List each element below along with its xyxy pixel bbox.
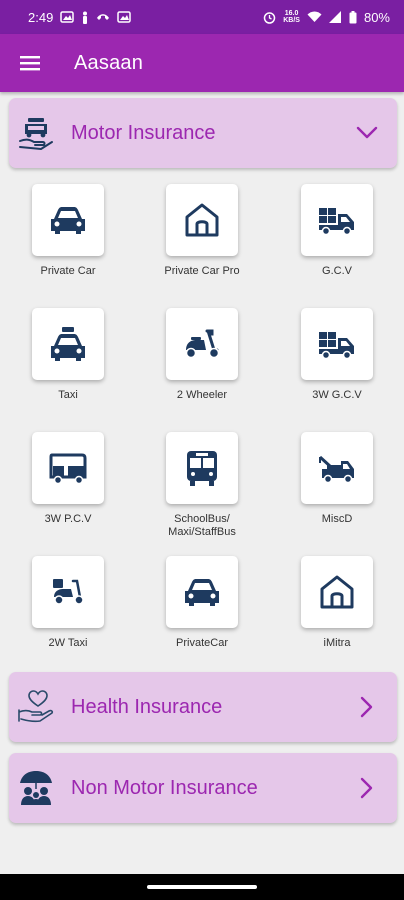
alarm-icon [263, 11, 276, 24]
tile-icon-box [166, 184, 238, 256]
delivery-scooter-icon [53, 579, 84, 605]
tile-label: PrivateCar [176, 637, 228, 649]
tile-label: 2 Wheeler [176, 389, 228, 401]
menu-button[interactable] [10, 43, 50, 83]
expand-toggle[interactable] [347, 768, 387, 808]
tile-icon-box [166, 556, 238, 628]
car-icon [51, 207, 85, 234]
tile-icon-box [32, 432, 104, 504]
app-bar: Aasaan [0, 34, 404, 92]
truck-icon [319, 208, 354, 236]
tow-truck-icon [318, 455, 354, 484]
tile-icon-box [166, 308, 238, 380]
truck-icon [319, 332, 354, 360]
bus-icon [187, 451, 217, 486]
expand-toggle[interactable] [347, 113, 387, 153]
health-insurance-header[interactable]: Health Insurance [9, 672, 397, 742]
motor-item-imitra[interactable]: iMitra [270, 556, 404, 650]
tile-label: SchoolBus/ Maxi/StaffBus [168, 513, 236, 538]
tile-label: Private Car [40, 265, 96, 277]
tile-icon-box [32, 184, 104, 256]
battery-icon [349, 10, 357, 23]
status-bar: 2:49 16.0 KB/S 80% [0, 0, 404, 34]
tile-icon-box [301, 308, 373, 380]
net-rate-value: 16.0 [284, 10, 299, 17]
tile-icon-box [166, 432, 238, 504]
app-title: Aasaan [74, 51, 144, 74]
call-notification-icon [97, 14, 110, 20]
system-navigation-bar [0, 874, 404, 900]
non-motor-insurance-label: Non Motor Insurance [71, 776, 258, 799]
chevron-right-icon [360, 777, 373, 799]
tile-icon-box [32, 556, 104, 628]
motor-item-gcv[interactable]: G.C.V [270, 184, 404, 278]
tile-label: Taxi [58, 389, 78, 401]
motor-insurance-header[interactable]: Motor Insurance [9, 98, 397, 168]
battery-percent: 80% [363, 9, 390, 25]
tile-label: 3W P.C.V [44, 513, 92, 525]
tile-label: iMitra [323, 637, 351, 649]
family-umbrella-icon [15, 767, 57, 809]
motor-item-2w-taxi[interactable]: 2W Taxi [1, 556, 135, 650]
heart-hand-icon [15, 686, 57, 728]
tile-label: MiscD [321, 513, 353, 525]
chevron-right-icon [360, 696, 373, 718]
person-notification-icon [83, 11, 88, 24]
auto-rickshaw-icon [49, 453, 87, 485]
house-icon [320, 575, 354, 609]
gallery-notification-icon-2 [117, 11, 132, 23]
non-motor-insurance-header[interactable]: Non Motor Insurance [9, 753, 397, 823]
tile-icon-box [301, 556, 373, 628]
net-rate-unit: KB/S [283, 17, 300, 24]
tile-icon-box [301, 184, 373, 256]
hamburger-menu-icon [20, 56, 40, 71]
tile-label: Private Car Pro [164, 265, 240, 277]
motor-item-3w-pcv[interactable]: 3W P.C.V [1, 432, 135, 526]
motor-item-2-wheeler[interactable]: 2 Wheeler [135, 308, 269, 402]
motor-insurance-label: Motor Insurance [71, 121, 216, 144]
tile-label: G.C.V [322, 265, 352, 277]
motor-item-3w-gcv[interactable]: 3W G.C.V [270, 308, 404, 402]
tile-label: 3W G.C.V [312, 389, 362, 401]
car-icon [185, 579, 219, 606]
wifi-icon [307, 11, 322, 22]
scooter-icon [185, 329, 220, 359]
tile-icon-box [32, 308, 104, 380]
tile-label: 2W Taxi [48, 637, 88, 649]
motor-item-schoolbus[interactable]: SchoolBus/ Maxi/StaffBus [135, 432, 269, 539]
status-time: 2:49 [28, 9, 54, 25]
signal-icon [328, 11, 341, 23]
car-insurance-hand-icon [15, 112, 57, 154]
motor-item-private-car-pro[interactable]: Private Car Pro [135, 184, 269, 278]
gallery-notification-icon [60, 11, 75, 23]
motor-item-privatecar[interactable]: PrivateCar [135, 556, 269, 650]
motor-item-private-car[interactable]: Private Car [1, 184, 135, 278]
expand-toggle[interactable] [347, 687, 387, 727]
network-rate: 16.0 KB/S [283, 10, 300, 24]
home-gesture-handle[interactable] [147, 885, 257, 889]
taxi-icon [51, 327, 85, 361]
chevron-down-icon [356, 126, 378, 139]
motor-item-miscd[interactable]: MiscD [270, 432, 404, 526]
motor-item-taxi[interactable]: Taxi [1, 308, 135, 402]
house-icon [185, 203, 219, 237]
tile-icon-box [301, 432, 373, 504]
health-insurance-label: Health Insurance [71, 695, 223, 718]
